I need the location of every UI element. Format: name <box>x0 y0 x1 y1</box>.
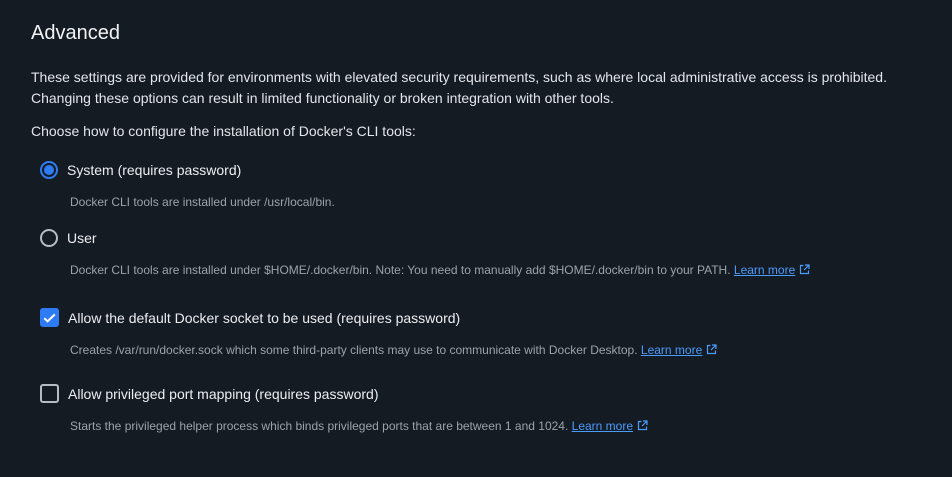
learn-more-link-ports[interactable]: Learn more <box>572 419 633 433</box>
description-line-1: These settings are provided for environm… <box>31 69 887 85</box>
radio-user-label: User <box>67 230 97 246</box>
radio-option-system[interactable]: System (requires password) <box>40 161 241 179</box>
cli-install-prompt: Choose how to configure the installation… <box>31 123 416 139</box>
radio-user-helper-text: Docker CLI tools are installed under $HO… <box>70 263 731 277</box>
radio-system-helper: Docker CLI tools are installed under /us… <box>70 195 335 209</box>
external-link-icon[interactable] <box>799 264 810 275</box>
default-socket-helper-text: Creates /var/run/docker.sock which some … <box>70 343 638 357</box>
description-line-2: Changing these options can result in lim… <box>31 89 614 106</box>
radio-option-user[interactable]: User <box>40 229 97 247</box>
radio-user-helper: Docker CLI tools are installed under $HO… <box>70 263 810 277</box>
checkbox-option-default-socket[interactable]: Allow the default Docker socket to be us… <box>40 308 460 327</box>
section-title: Advanced <box>31 22 120 44</box>
advanced-settings-page: Advanced These settings are provided for… <box>0 0 952 477</box>
radio-user[interactable] <box>40 229 58 247</box>
checkbox-default-socket-label: Allow the default Docker socket to be us… <box>68 309 461 326</box>
radio-system-label: System (requires password) <box>67 162 242 178</box>
checkbox-privileged-ports[interactable] <box>40 384 59 403</box>
learn-more-link-user[interactable]: Learn more <box>734 263 795 277</box>
checkbox-privileged-ports-label: Allow privileged port mapping (requires … <box>68 385 379 402</box>
check-icon <box>43 313 56 323</box>
privileged-ports-helper: Starts the privileged helper process whi… <box>70 419 648 433</box>
external-link-icon[interactable] <box>637 420 648 431</box>
radio-system[interactable] <box>40 161 58 179</box>
section-description: These settings are provided for environm… <box>31 67 941 108</box>
privileged-ports-helper-text: Starts the privileged helper process whi… <box>70 419 569 433</box>
default-socket-helper: Creates /var/run/docker.sock which some … <box>70 343 717 357</box>
checkbox-default-socket[interactable] <box>40 308 59 327</box>
checkbox-option-privileged-ports[interactable]: Allow privileged port mapping (requires … <box>40 384 378 403</box>
learn-more-link-socket[interactable]: Learn more <box>641 343 702 357</box>
external-link-icon[interactable] <box>706 344 717 355</box>
